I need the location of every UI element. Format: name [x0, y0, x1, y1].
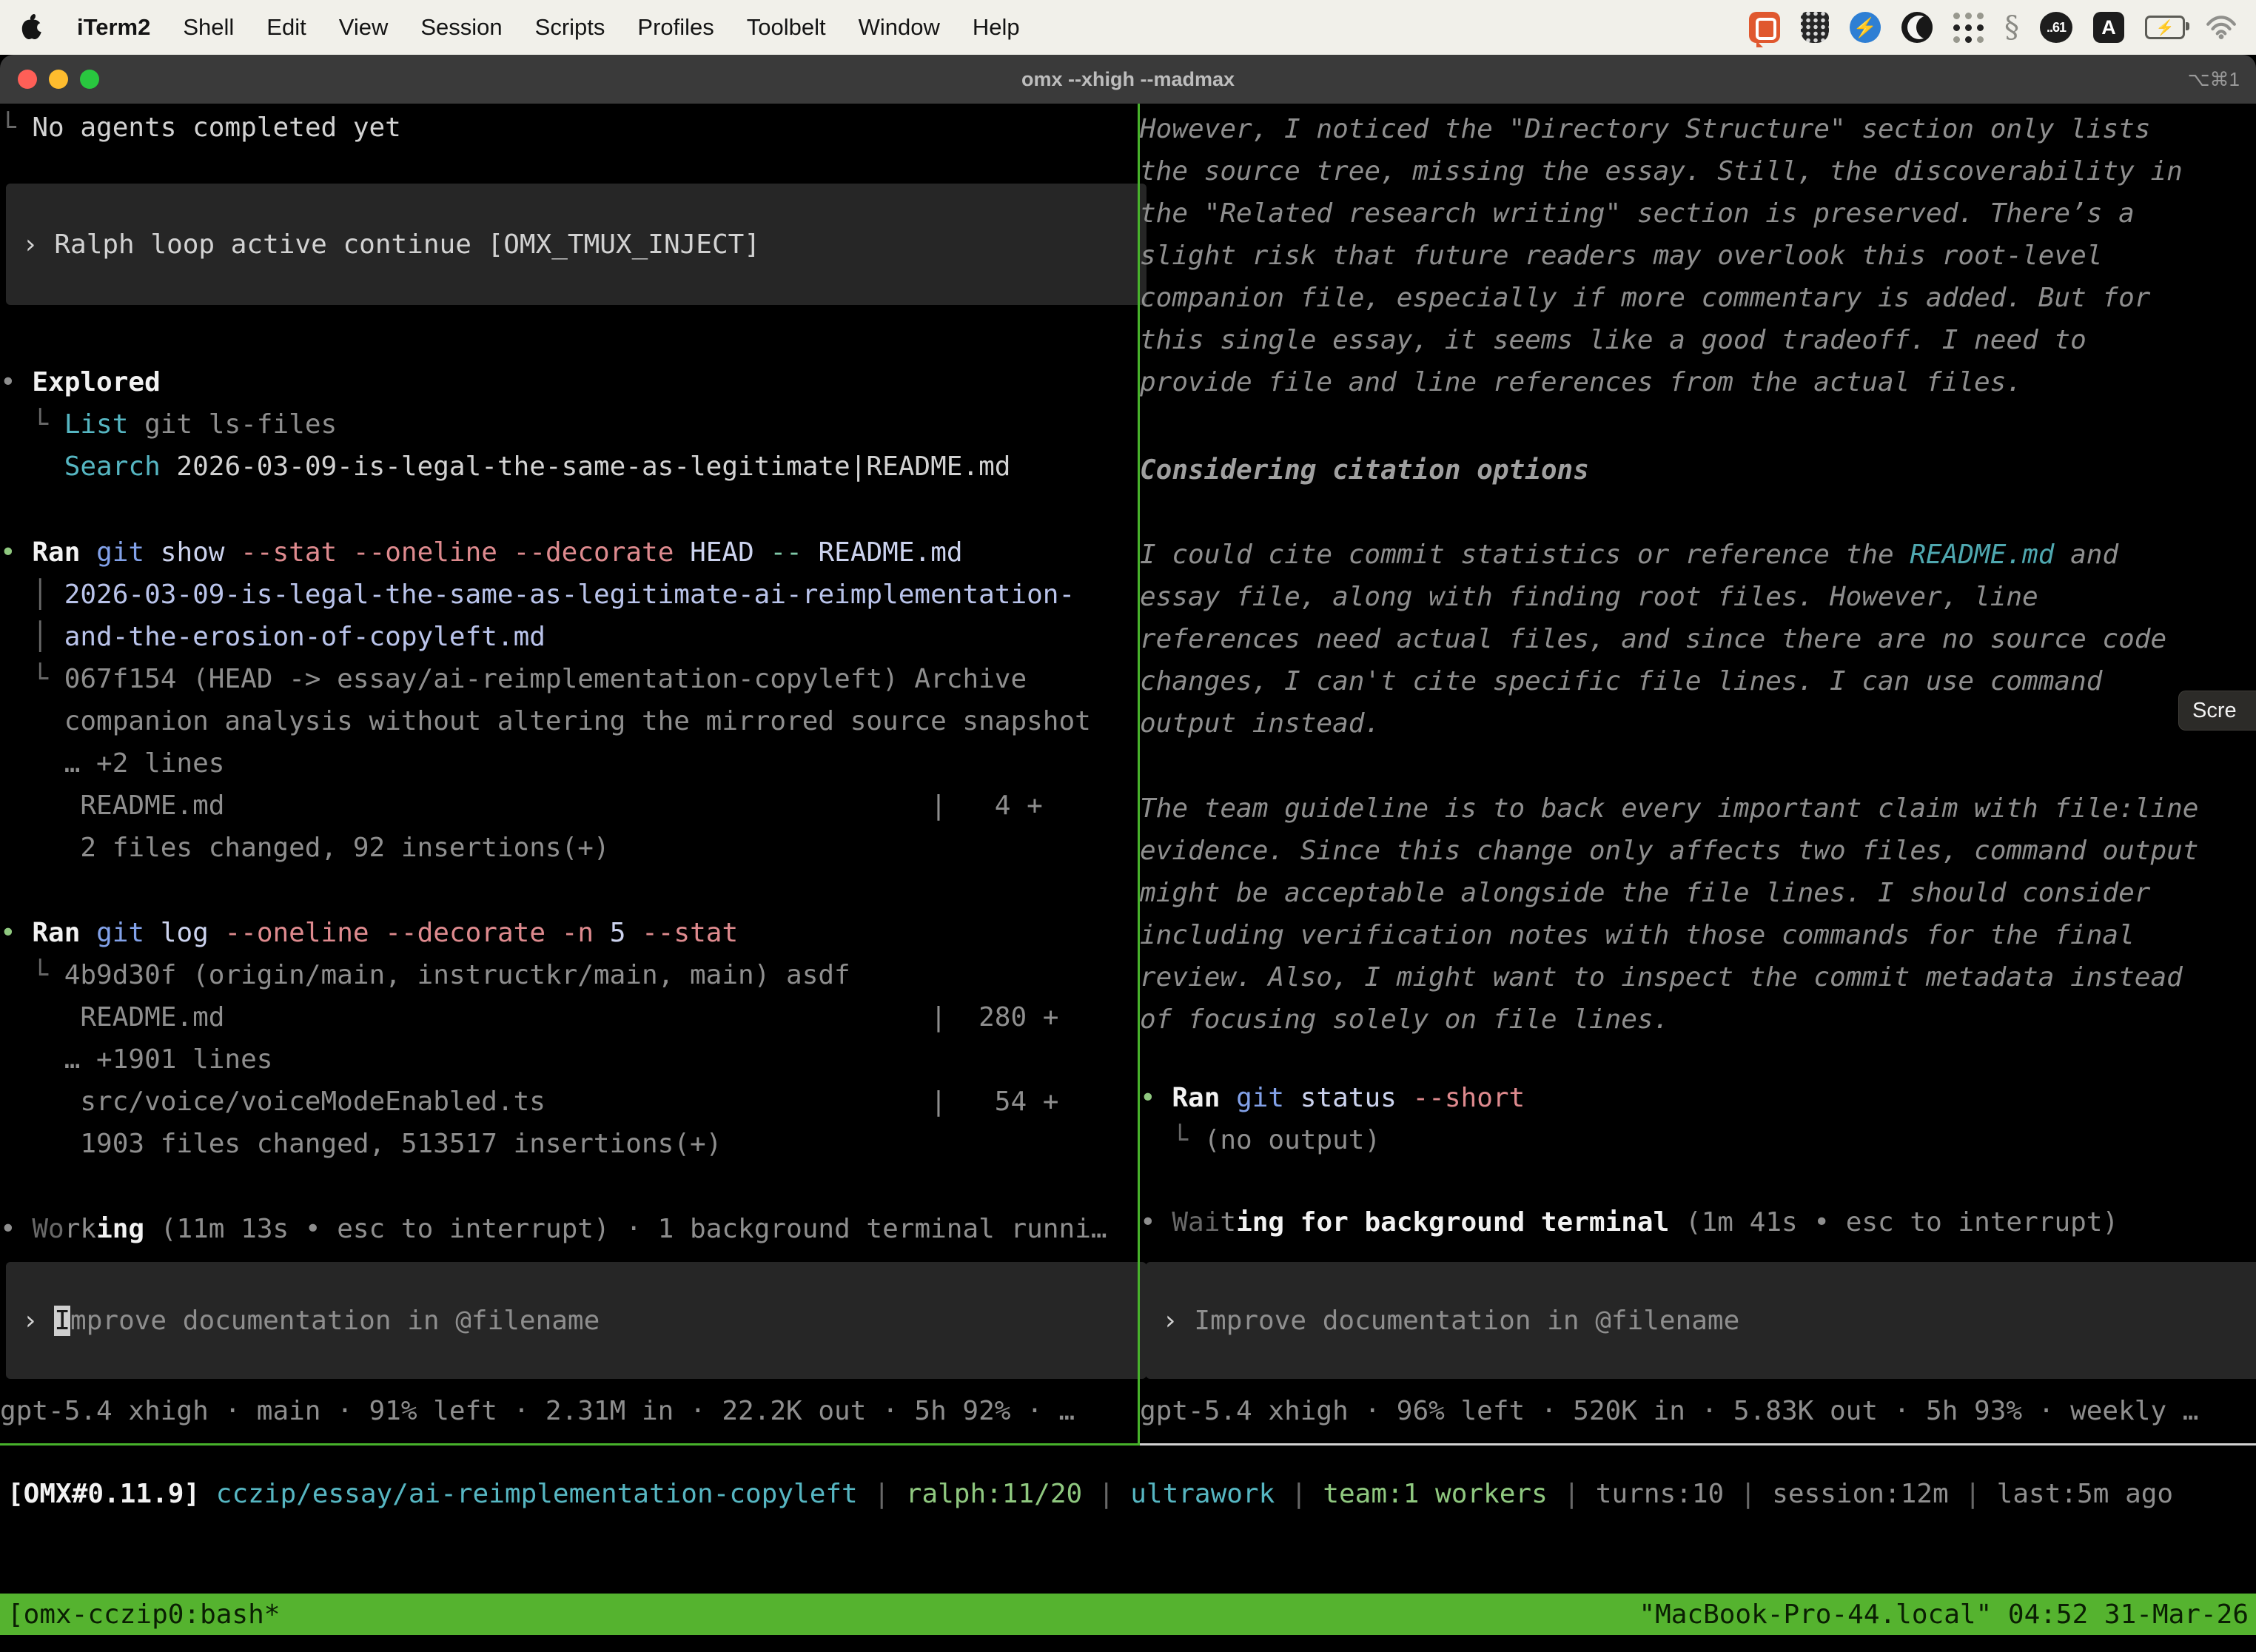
thinking-paragraph-3: The team guideline is to back every impo…: [1140, 788, 2256, 1041]
a-badge-icon[interactable]: A: [2093, 12, 2124, 43]
iterm-window: omx --xhigh --madmax ⌥⌘1 └ No agents com…: [0, 55, 2256, 1652]
git-show-section: • Ran git show --stat --oneline --decora…: [0, 531, 1152, 869]
last-activity: last:5m ago: [1997, 1479, 2173, 1509]
terminal-pane-right[interactable]: However, I noticed the "Directory Struct…: [1140, 104, 2256, 1443]
model-status-right: gpt-5.4 xhigh · 96% left · 520K in · 5.8…: [1140, 1390, 2256, 1432]
omx-version: [OMX#0.11.9]: [7, 1479, 200, 1509]
ultrawork-mode: ultrawork: [1130, 1479, 1275, 1509]
tmux-status-bar: [omx-cczip0:bash* "MacBook-Pro-44.local"…: [0, 1594, 2256, 1635]
hook-icon[interactable]: §: [2004, 10, 2019, 44]
thinking-paragraph-1: However, I noticed the "Directory Struct…: [1140, 108, 2256, 403]
omx-worktree: cczip/essay/ai-reimplementation-copyleft: [200, 1479, 858, 1509]
pane-divider[interactable]: [1138, 104, 1140, 1443]
thinking-heading: Considering citation options: [1140, 449, 2256, 491]
agents-status-line: └ No agents completed yet: [0, 107, 1152, 149]
prompt-input-right[interactable]: › Improve documentation in @filename: [1146, 1262, 2256, 1379]
keypad-shield-icon[interactable]: [1801, 12, 1829, 43]
model-status-left: gpt-5.4 xhigh · main · 91% left · 2.31M …: [0, 1390, 1152, 1432]
thinking-paragraph-2: I could cite commit statistics or refere…: [1140, 534, 2256, 745]
tmux-session-label: [omx-cczip0:bash*: [7, 1599, 280, 1630]
screen-overlay-button[interactable]: Scre: [2178, 691, 2256, 731]
menu-item-shell[interactable]: Shell: [183, 14, 234, 41]
menu-item-iterm2[interactable]: iTerm2: [77, 14, 150, 41]
menu-item-view[interactable]: View: [339, 14, 389, 41]
apple-menu-icon[interactable]: [19, 13, 44, 42]
blue-bolt-icon[interactable]: ⚡: [1850, 12, 1881, 43]
team-workers: team:1 workers: [1323, 1479, 1547, 1509]
window-shortcut-badge: ⌥⌘1: [2188, 55, 2240, 104]
git-log-section: • Ran git log --oneline --decorate -n 5 …: [0, 912, 1152, 1165]
ralph-loop-banner: › Ralph loop active continue [OMX_TMUX_I…: [6, 184, 1147, 305]
explored-section: • Explored └ List git ls-files Search 20…: [0, 361, 1152, 488]
tmux-host-clock: "MacBook-Pro-44.local" 04:52 31-Mar-26: [1639, 1599, 2249, 1630]
percent-badge-icon[interactable]: ..61: [2040, 12, 2072, 43]
prompt-input-left[interactable]: › Improve documentation in @filename: [6, 1262, 1147, 1379]
ralph-progress: ralph:11/20: [906, 1479, 1082, 1509]
turns-count: turns:10: [1596, 1479, 1724, 1509]
menu-item-window[interactable]: Window: [859, 14, 940, 41]
menu-item-toolbelt[interactable]: Toolbelt: [747, 14, 826, 41]
dots-grid-icon[interactable]: [1953, 13, 1984, 43]
session-duration: session:12m: [1772, 1479, 1948, 1509]
git-status-section: • Ran git status --short └ (no output): [1140, 1077, 2256, 1161]
desktop-screen: iTerm2 Shell Edit View Session Scripts Profile…: [0, 0, 2256, 1652]
menu-items: iTerm2 Shell Edit View Session Scripts Profile…: [77, 14, 1020, 41]
pane-border-bottom-left: [0, 1443, 1140, 1446]
omx-status-line: [OMX#0.11.9] cczip/essay/ai-reimplementa…: [0, 1473, 2256, 1515]
menu-item-session[interactable]: Session: [420, 14, 502, 41]
chat-app-icon[interactable]: [1749, 12, 1780, 43]
menu-item-help[interactable]: Help: [973, 14, 1020, 41]
menu-item-profiles[interactable]: Profiles: [637, 14, 714, 41]
crescent-icon[interactable]: [1901, 12, 1933, 43]
pane-border-bottom-right: [1140, 1443, 2256, 1446]
battery-icon[interactable]: ⚡: [2145, 16, 2185, 39]
title-bar: omx --xhigh --madmax ⌥⌘1: [0, 55, 2256, 104]
working-status-line: • Working (11m 13s • esc to interrupt) ·…: [0, 1208, 1152, 1250]
menu-bar: iTerm2 Shell Edit View Session Scripts Profile…: [0, 0, 2256, 55]
wifi-icon[interactable]: [2206, 16, 2237, 39]
waiting-status-line: • Waiting for background terminal (1m 41…: [1140, 1201, 2256, 1243]
menu-item-scripts[interactable]: Scripts: [535, 14, 605, 41]
menu-item-edit[interactable]: Edit: [266, 14, 306, 41]
window-title: omx --xhigh --madmax: [0, 55, 2256, 104]
terminal-pane-left[interactable]: └ No agents completed yet › Ralph loop a…: [0, 104, 1152, 1443]
